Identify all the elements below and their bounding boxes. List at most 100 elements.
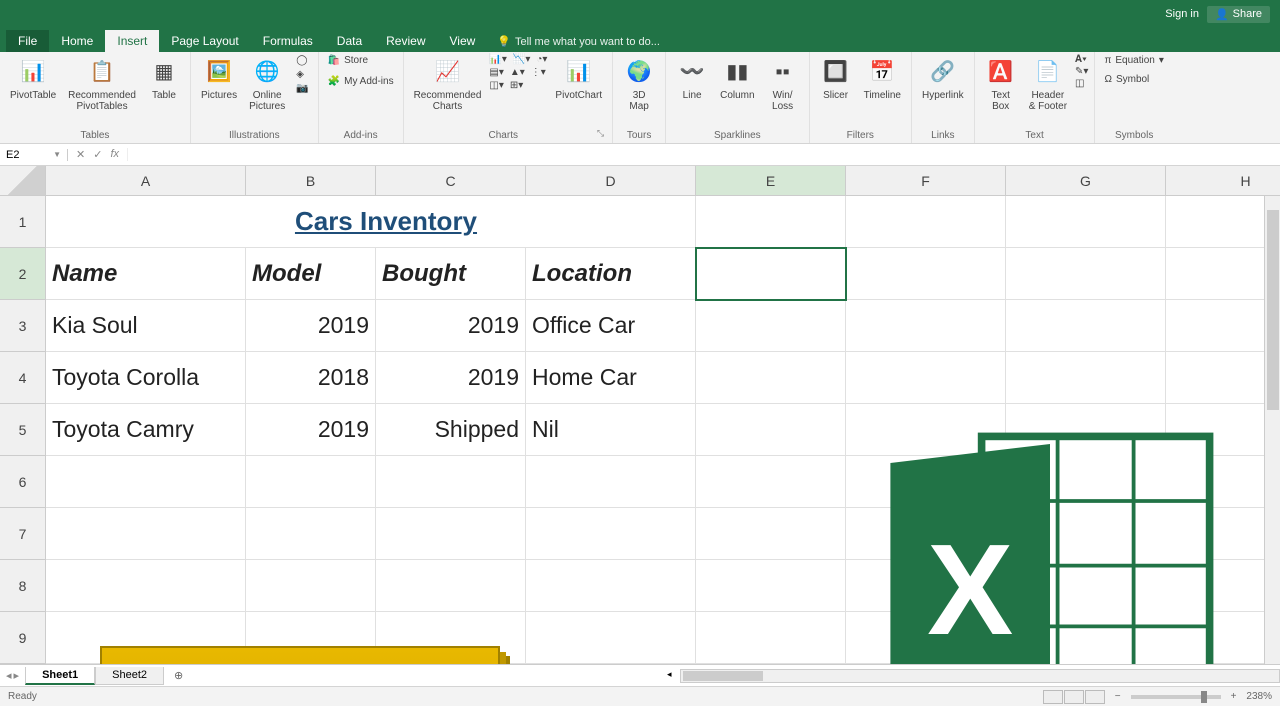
column-header-C[interactable]: C (376, 166, 526, 196)
column-header-E[interactable]: E (696, 166, 846, 196)
cell[interactable] (846, 248, 1006, 300)
cell[interactable] (526, 196, 696, 248)
cell[interactable]: Bought (376, 248, 526, 300)
wordart-icon[interactable]: 𝐀▾ (1075, 54, 1088, 65)
cell[interactable] (1006, 352, 1166, 404)
cell[interactable]: Home Car (526, 352, 696, 404)
combo-chart-icon[interactable]: ⊞▾ (510, 80, 523, 91)
cell[interactable] (696, 560, 846, 612)
cell[interactable]: Location (526, 248, 696, 300)
cell[interactable]: Shipped (376, 404, 526, 456)
cell[interactable] (46, 456, 246, 508)
row-header-6[interactable]: 6 (0, 456, 46, 508)
select-all-corner[interactable] (0, 166, 46, 196)
cell[interactable] (846, 352, 1006, 404)
cell[interactable] (1006, 196, 1166, 248)
shapes-button[interactable]: ◯ (293, 54, 311, 67)
cell[interactable] (1166, 196, 1280, 248)
row-header-9[interactable]: 9 (0, 612, 46, 664)
column-chart-icon[interactable]: 📊▾ (489, 54, 506, 65)
cell[interactable]: 2018 (246, 352, 376, 404)
pie-chart-icon[interactable]: ◔▾ (536, 54, 547, 65)
cell[interactable]: 2019 (246, 300, 376, 352)
slicer-button[interactable]: 🔲Slicer (816, 54, 856, 103)
table-button[interactable]: ▦Table (144, 54, 184, 103)
cell[interactable]: Model (246, 248, 376, 300)
cell[interactable] (696, 352, 846, 404)
cell[interactable] (376, 508, 526, 560)
column-header-G[interactable]: G (1006, 166, 1166, 196)
view-page-break-button[interactable] (1085, 690, 1105, 704)
bar-chart-icon[interactable]: ▤▾ (489, 67, 503, 78)
cell[interactable] (696, 196, 846, 248)
cell[interactable] (696, 248, 846, 300)
zoom-out-button[interactable]: − (1115, 691, 1121, 702)
cell[interactable] (246, 456, 376, 508)
tab-page-layout[interactable]: Page Layout (159, 30, 250, 52)
cell[interactable] (846, 300, 1006, 352)
store-button[interactable]: 🛍️Store (325, 54, 397, 67)
cell[interactable] (696, 612, 846, 664)
3d-map-button[interactable]: 🌍3D Map (619, 54, 659, 114)
cell[interactable]: Toyota Corolla (46, 352, 246, 404)
tab-home[interactable]: Home (49, 30, 105, 52)
area-chart-icon[interactable]: ▲▾ (510, 67, 525, 78)
sign-in-link[interactable]: Sign in (1165, 8, 1199, 20)
online-pictures-button[interactable]: 🌐Online Pictures (245, 54, 289, 114)
sparkline-column-button[interactable]: ▮▮Column (716, 54, 758, 103)
cell[interactable] (696, 404, 846, 456)
tab-data[interactable]: Data (325, 30, 374, 52)
tab-review[interactable]: Review (374, 30, 437, 52)
timeline-button[interactable]: 📅Timeline (860, 54, 905, 103)
cell[interactable]: 2019 (376, 352, 526, 404)
fx-icon[interactable]: fx (110, 148, 119, 161)
cell[interactable] (696, 456, 846, 508)
pivotchart-button[interactable]: 📊PivotChart (551, 54, 606, 103)
row-header-5[interactable]: 5 (0, 404, 46, 456)
zoom-slider[interactable] (1131, 695, 1221, 699)
cell[interactable]: 2019 (376, 300, 526, 352)
cell[interactable] (1166, 248, 1280, 300)
tell-me-search[interactable]: 💡 Tell me what you want to do... (487, 31, 670, 52)
pivottable-button[interactable]: 📊PivotTable (6, 54, 60, 103)
sheet-tab-1[interactable]: Sheet1 (25, 667, 95, 685)
tab-formulas[interactable]: Formulas (251, 30, 325, 52)
cell[interactable] (246, 508, 376, 560)
text-box-button[interactable]: 🅰️Text Box (981, 54, 1021, 114)
add-sheet-button[interactable]: ⊕ (164, 669, 193, 682)
row-header-4[interactable]: 4 (0, 352, 46, 404)
cell[interactable] (46, 560, 246, 612)
scroll-left-icon[interactable]: ◂ (667, 669, 672, 680)
cell[interactable] (1006, 248, 1166, 300)
column-header-D[interactable]: D (526, 166, 696, 196)
cell[interactable]: Toyota Camry (46, 404, 246, 456)
sheet-nav-next[interactable]: ▸ (14, 669, 20, 682)
line-chart-icon[interactable]: 📉▾ (513, 54, 530, 65)
cell[interactable]: Name (46, 248, 246, 300)
horizontal-scrollbar[interactable]: ◂ ▸ (680, 669, 1280, 683)
hyperlink-button[interactable]: 🔗Hyperlink (918, 54, 968, 103)
cell[interactable] (376, 560, 526, 612)
column-header-B[interactable]: B (246, 166, 376, 196)
cell[interactable] (526, 560, 696, 612)
cell[interactable] (526, 612, 696, 664)
scatter-chart-icon[interactable]: ⋮▾ (531, 67, 546, 78)
header-footer-button[interactable]: 📄Header & Footer (1025, 54, 1071, 114)
cell[interactable] (1166, 352, 1280, 404)
tab-view[interactable]: View (438, 30, 488, 52)
cell[interactable] (376, 456, 526, 508)
cell[interactable] (846, 196, 1006, 248)
cell[interactable]: Cars Inventory (246, 196, 526, 248)
recommended-pivottables-button[interactable]: 📋Recommended PivotTables (64, 54, 140, 114)
share-button[interactable]: 👤 Share (1207, 6, 1270, 23)
row-header-2[interactable]: 2 (0, 248, 46, 300)
object-icon[interactable]: ◫ (1075, 78, 1088, 89)
cell[interactable] (1006, 300, 1166, 352)
sheet-nav-prev[interactable]: ◂ (6, 669, 12, 682)
enter-icon[interactable]: ✓ (93, 148, 102, 161)
view-page-layout-button[interactable] (1064, 690, 1084, 704)
charts-dialog-launcher[interactable]: ⤡ (597, 128, 606, 143)
name-box[interactable]: E2▼ (0, 149, 68, 161)
view-normal-button[interactable] (1043, 690, 1063, 704)
sheet-tab-2[interactable]: Sheet2 (95, 667, 164, 685)
